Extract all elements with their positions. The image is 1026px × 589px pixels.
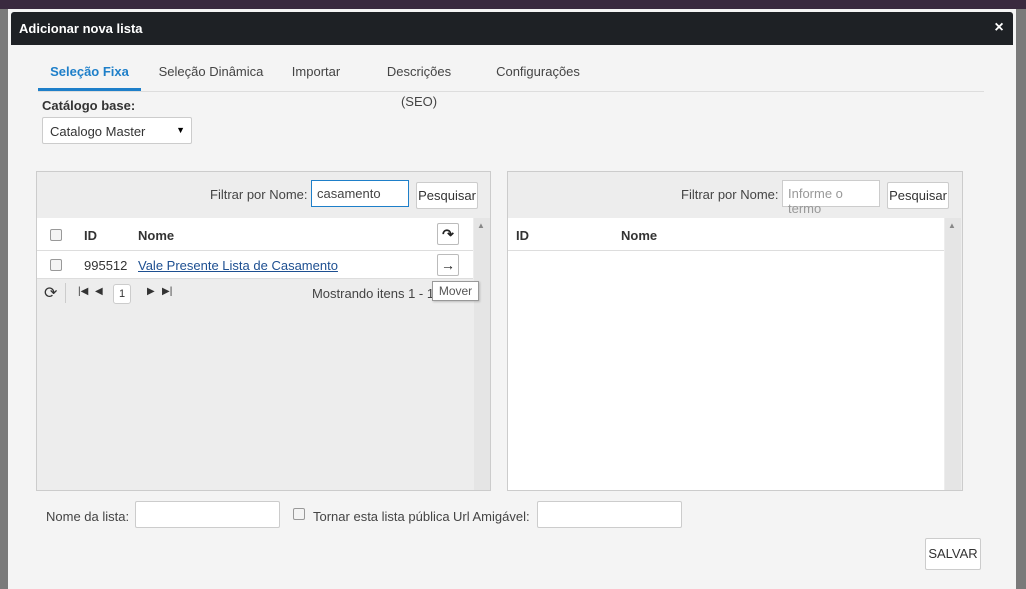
select-all-checkbox[interactable] xyxy=(50,229,62,241)
catalog-select[interactable]: Catalogo Master ▼ xyxy=(42,117,192,144)
tab-configuracoes[interactable]: Configurações xyxy=(494,57,582,91)
scrollbar[interactable]: ▲ xyxy=(474,218,490,490)
list-name-label: Nome da lista: xyxy=(46,509,130,524)
next-page-icon[interactable]: ▶ xyxy=(147,286,155,297)
scroll-up-icon[interactable]: ▲ xyxy=(948,221,956,230)
grid-pager: ⟳ |◀ ◀ 1 ▶ ▶| Mostrando itens 1 - 1 de 1 xyxy=(37,280,473,306)
scrollbar[interactable]: ▲ xyxy=(945,218,961,490)
close-icon[interactable]: × xyxy=(991,18,1007,38)
public-list-checkbox[interactable] xyxy=(293,508,305,520)
tab-descricoes-seo[interactable]: Descrições (SEO) xyxy=(369,57,469,109)
row-id: 995512 xyxy=(84,258,128,273)
list-name-input[interactable] xyxy=(135,501,280,528)
caret-down-icon: ▼ xyxy=(176,125,185,135)
scroll-up-icon[interactable]: ▲ xyxy=(477,221,485,230)
available-items-grid: ID Nome ↷ 995512 Vale Presente Lista de … xyxy=(37,218,473,279)
search-button[interactable]: Pesquisar xyxy=(416,182,478,209)
modal-title: Adicionar nova lista xyxy=(19,21,143,36)
pager-divider xyxy=(65,283,66,303)
filter-name-input[interactable]: Informe o termo xyxy=(782,180,880,216)
friendly-url-label: Url Amigável: xyxy=(453,509,530,524)
column-header-id: ID xyxy=(516,228,529,243)
first-page-icon[interactable]: |◀ xyxy=(78,286,88,297)
selected-items-grid: ID Nome xyxy=(508,218,944,490)
tab-bar: Seleção Fixa Seleção Dinâmica Importar D… xyxy=(38,57,984,109)
tab-importar[interactable]: Importar xyxy=(285,57,347,91)
tab-selecao-dinamica[interactable]: Seleção Dinâmica xyxy=(155,57,267,91)
move-tooltip: Mover xyxy=(432,281,479,301)
grid-header: ID Nome ↷ xyxy=(37,218,473,251)
filter-label: Filtrar por Nome: xyxy=(681,187,779,202)
page-number[interactable]: 1 xyxy=(113,284,131,304)
selected-items-panel: Filtrar por Nome: Informe o termo Pesqui… xyxy=(507,171,963,491)
available-items-panel: Filtrar por Nome: casamento Pesquisar ID… xyxy=(36,171,491,491)
catalog-select-value: Catalogo Master xyxy=(50,124,146,139)
background-right-edge xyxy=(1016,9,1026,589)
catalog-label: Catálogo base: xyxy=(42,98,136,113)
background-topbar xyxy=(0,0,1026,9)
row-checkbox[interactable] xyxy=(50,259,62,271)
refresh-icon[interactable]: ⟳ xyxy=(44,283,57,303)
tab-selecao-fixa[interactable]: Seleção Fixa xyxy=(38,57,141,91)
search-button[interactable]: Pesquisar xyxy=(887,182,949,209)
table-row: 995512 Vale Presente Lista de Casamento … xyxy=(37,251,473,279)
prev-page-icon[interactable]: ◀ xyxy=(95,286,103,297)
move-arrow-icon[interactable]: → xyxy=(437,254,459,276)
public-list-label: Tornar esta lista pública xyxy=(313,509,450,524)
row-name-link[interactable]: Vale Presente Lista de Casamento xyxy=(138,258,338,273)
move-all-icon[interactable]: ↷ xyxy=(437,223,459,245)
column-header-name: Nome xyxy=(138,228,175,243)
column-header-id: ID xyxy=(84,228,97,243)
column-header-name: Nome xyxy=(621,228,658,243)
grid-header: ID Nome xyxy=(508,218,944,251)
filter-name-input[interactable]: casamento xyxy=(311,180,409,207)
filter-label: Filtrar por Nome: xyxy=(210,187,308,202)
background-left-edge xyxy=(0,9,8,589)
add-list-modal: Adicionar nova lista × Seleção Fixa Sele… xyxy=(8,9,1016,589)
last-page-icon[interactable]: ▶| xyxy=(162,286,172,297)
save-button[interactable]: SALVAR xyxy=(925,538,981,570)
modal-header: Adicionar nova lista × xyxy=(11,12,1013,45)
friendly-url-input[interactable] xyxy=(537,501,682,528)
